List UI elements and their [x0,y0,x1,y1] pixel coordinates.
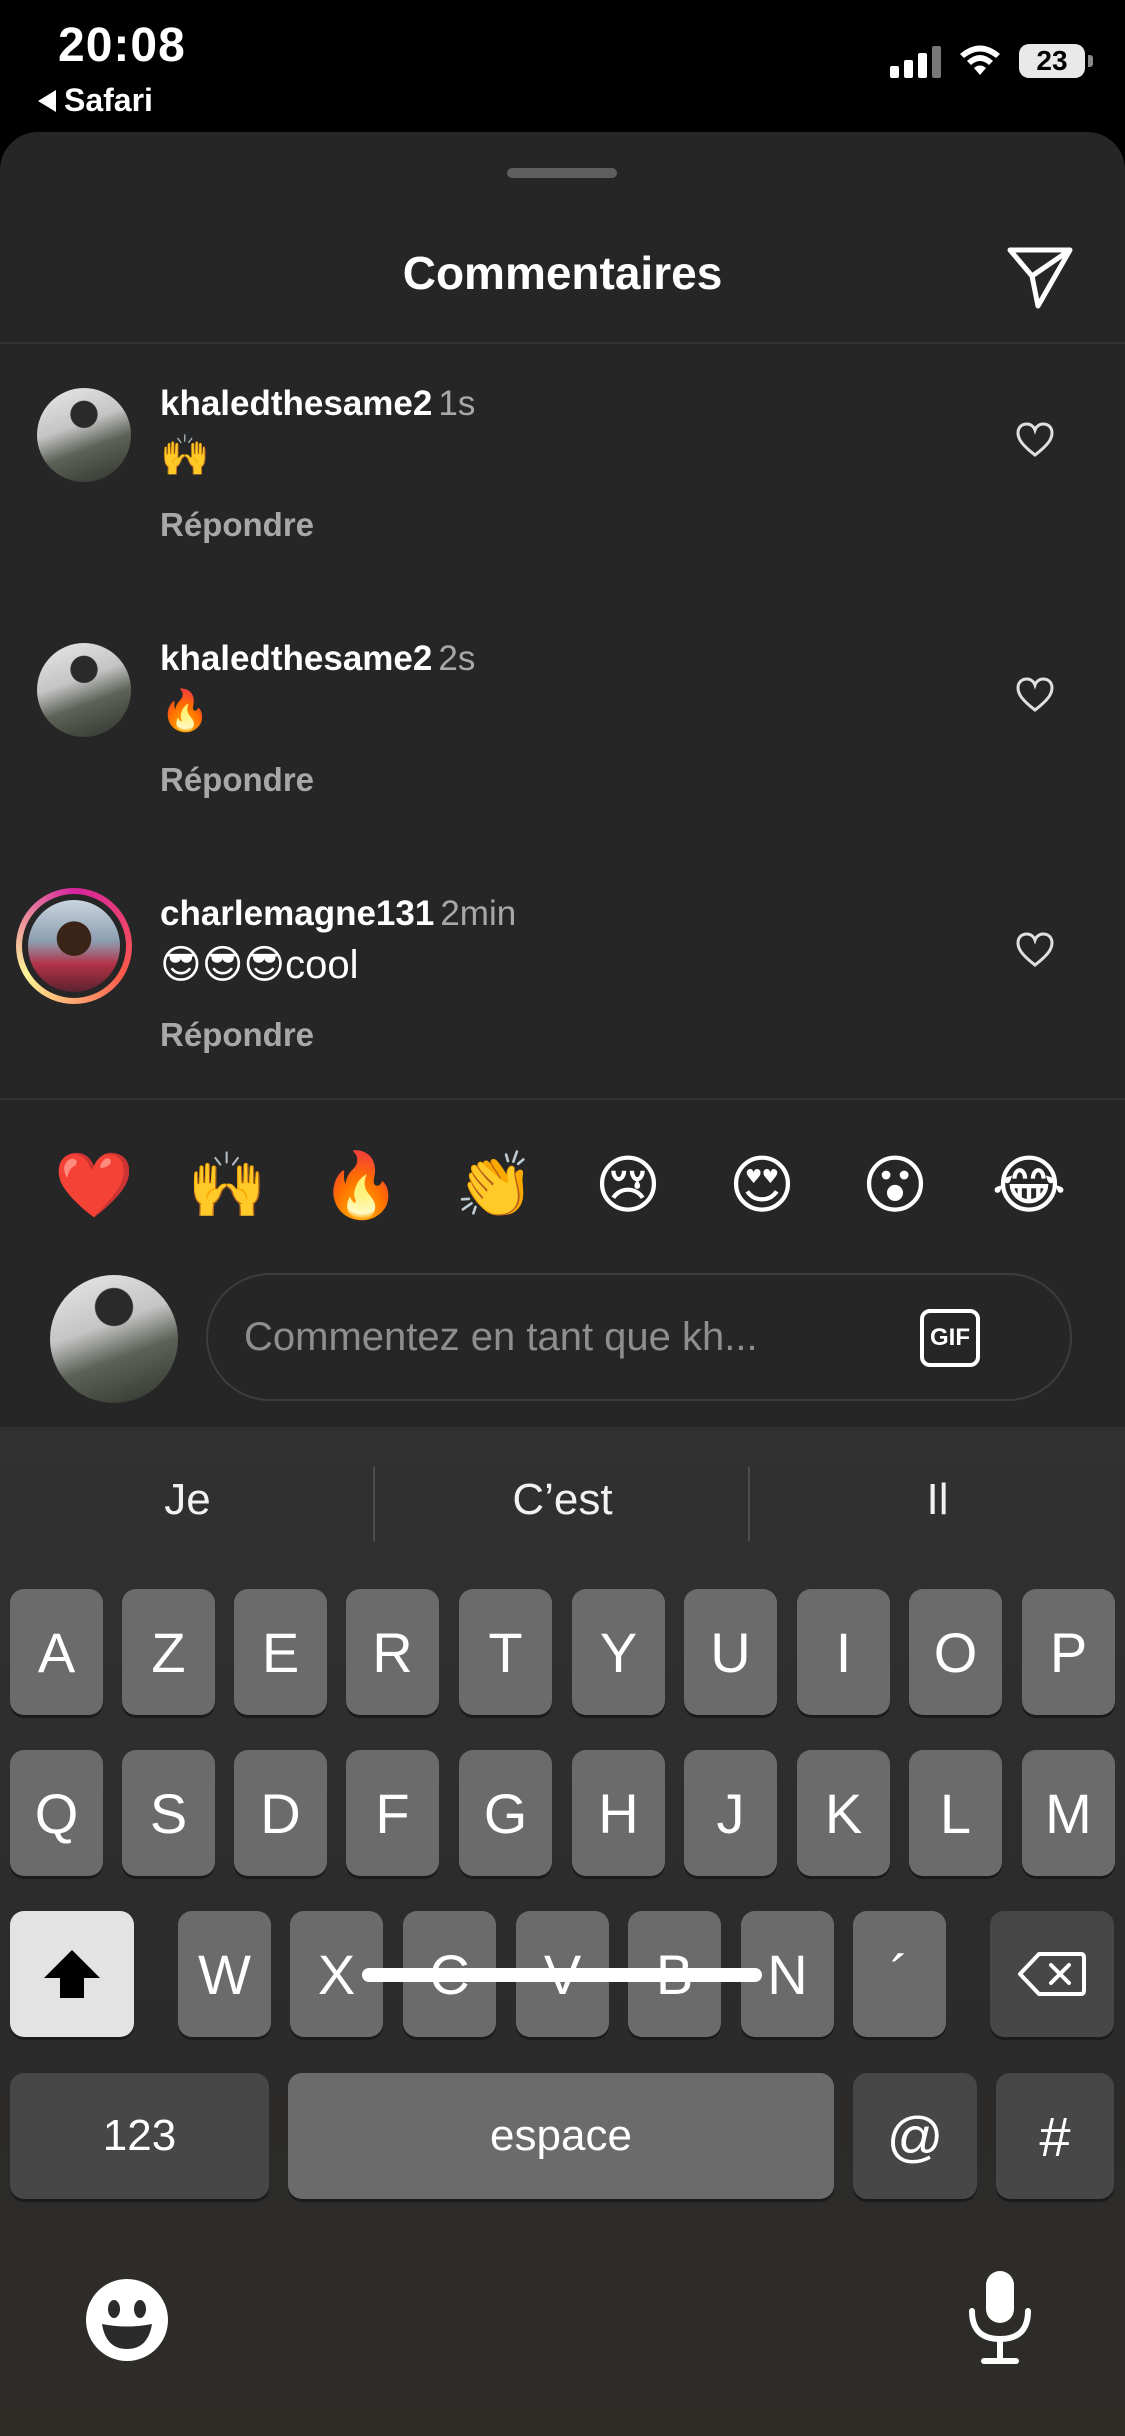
back-to-safari[interactable]: Safari [38,82,153,119]
key-d[interactable]: D [234,1750,327,1876]
key-i[interactable]: I [797,1589,890,1715]
at-key[interactable]: @ [853,2073,977,2199]
heart-icon[interactable] [1016,932,1054,968]
key-z[interactable]: Z [122,1589,215,1715]
key-acute-accent[interactable]: ´ [853,1911,946,2037]
reply-button[interactable]: Répondre [160,1016,314,1054]
emoji-button[interactable]: 🙌 [177,1145,277,1225]
reply-button[interactable]: Répondre [160,506,314,544]
heart-icon[interactable] [1016,677,1054,713]
comment-item: khaledthesame2 2s 🔥 Répondre [0,639,1125,839]
comment-input-placeholder: Commentez en tant que kh... [244,1315,758,1359]
comment-time: 1s [438,384,476,423]
avatar[interactable] [37,388,131,482]
shift-icon [44,1950,100,1998]
sheet-grabber[interactable] [507,168,617,178]
reply-button[interactable]: Répondre [160,761,314,799]
delete-key[interactable] [990,1911,1114,2037]
comment-username[interactable]: charlemagne131 [160,894,434,933]
avatar [28,900,120,992]
suggestion-1[interactable]: Je [0,1475,375,1525]
header-divider [0,342,1125,344]
status-bar: 20:08 Safari 23 [0,0,1125,132]
emoji-button[interactable]: 😢 [578,1145,678,1225]
comment-text: 😎😎😎cool [160,943,359,987]
key-w[interactable]: W [178,1911,271,2037]
avatar[interactable] [37,643,131,737]
cellular-signal-icon [890,44,941,78]
wifi-icon [960,45,1000,75]
delete-icon [1018,1952,1086,1996]
back-arrow-icon [38,89,56,112]
page-title: Commentaires [402,247,723,299]
key-u[interactable]: U [684,1589,777,1715]
comment-header: khaledthesame2 2s [160,639,475,679]
current-user-avatar [50,1275,178,1403]
key-m[interactable]: M [1022,1750,1115,1876]
shift-key[interactable] [10,1911,134,2037]
microphone-icon[interactable] [962,2267,1038,2367]
key-s[interactable]: S [122,1750,215,1876]
key-t[interactable]: T [459,1589,552,1715]
comment-time: 2min [440,894,517,933]
key-p[interactable]: P [1022,1589,1115,1715]
emoji-button[interactable]: 😂 [979,1145,1079,1225]
suggestion-3[interactable]: Il [750,1475,1125,1525]
key-a[interactable]: A [10,1589,103,1715]
key-k[interactable]: K [797,1750,890,1876]
comment-header: khaledthesame2 1s [160,384,475,424]
space-key[interactable]: espace [288,2073,834,2199]
emoji-button[interactable]: 👏 [445,1145,545,1225]
emoji-keyboard-icon[interactable] [84,2277,170,2363]
key-h[interactable]: H [572,1750,665,1876]
back-label: Safari [64,82,153,118]
keyboard: Je C’est Il A Z E R T Y U I O P Q S D F … [0,1427,1125,2436]
key-o[interactable]: O [909,1589,1002,1715]
comment-username[interactable]: khaledthesame2 [160,639,432,678]
comment-text: 🔥 [160,689,210,733]
comment-time: 2s [438,639,476,678]
battery-indicator: 23 [1019,44,1093,78]
key-q[interactable]: Q [10,1750,103,1876]
quick-emoji-bar: ❤️ 🙌 🔥 👏 😢 😍 😮 😂 [0,1145,1125,1225]
comment-header: charlemagne131 2min [160,894,516,934]
emoji-button[interactable]: ❤️ [44,1145,144,1225]
comment-username[interactable]: khaledthesame2 [160,384,432,423]
home-indicator[interactable] [362,1968,762,1982]
emoji-button[interactable]: 😍 [712,1145,812,1225]
comment-text: 🙌 [160,434,210,478]
status-indicators: 23 [890,44,1093,78]
comment-input[interactable]: Commentez en tant que kh... GIF [206,1273,1072,1401]
key-j[interactable]: J [684,1750,777,1876]
key-l[interactable]: L [909,1750,1002,1876]
key-e[interactable]: E [234,1589,327,1715]
emoji-button[interactable]: 🔥 [311,1145,411,1225]
comment-item: khaledthesame2 1s 🙌 Répondre [0,384,1125,584]
comment-item: charlemagne131 2min 😎😎😎cool Répondre [0,888,1125,1094]
comments-sheet: Commentaires khaledthesame2 1s 🙌 Répondre… [0,132,1125,1427]
avatar-story-ring[interactable] [16,888,132,1004]
hash-key[interactable]: # [996,2073,1114,2199]
key-y[interactable]: Y [572,1589,665,1715]
numbers-key[interactable]: 123 [10,2073,269,2199]
key-r[interactable]: R [346,1589,439,1715]
suggestion-2[interactable]: C’est [375,1475,750,1525]
status-time: 20:08 [58,19,186,72]
emoji-button[interactable]: 😮 [845,1145,945,1225]
key-f[interactable]: F [346,1750,439,1876]
key-g[interactable]: G [459,1750,552,1876]
send-icon[interactable] [1004,242,1076,312]
gif-icon[interactable]: GIF [920,1309,980,1367]
composer-divider [0,1098,1125,1100]
heart-icon[interactable] [1016,422,1054,458]
